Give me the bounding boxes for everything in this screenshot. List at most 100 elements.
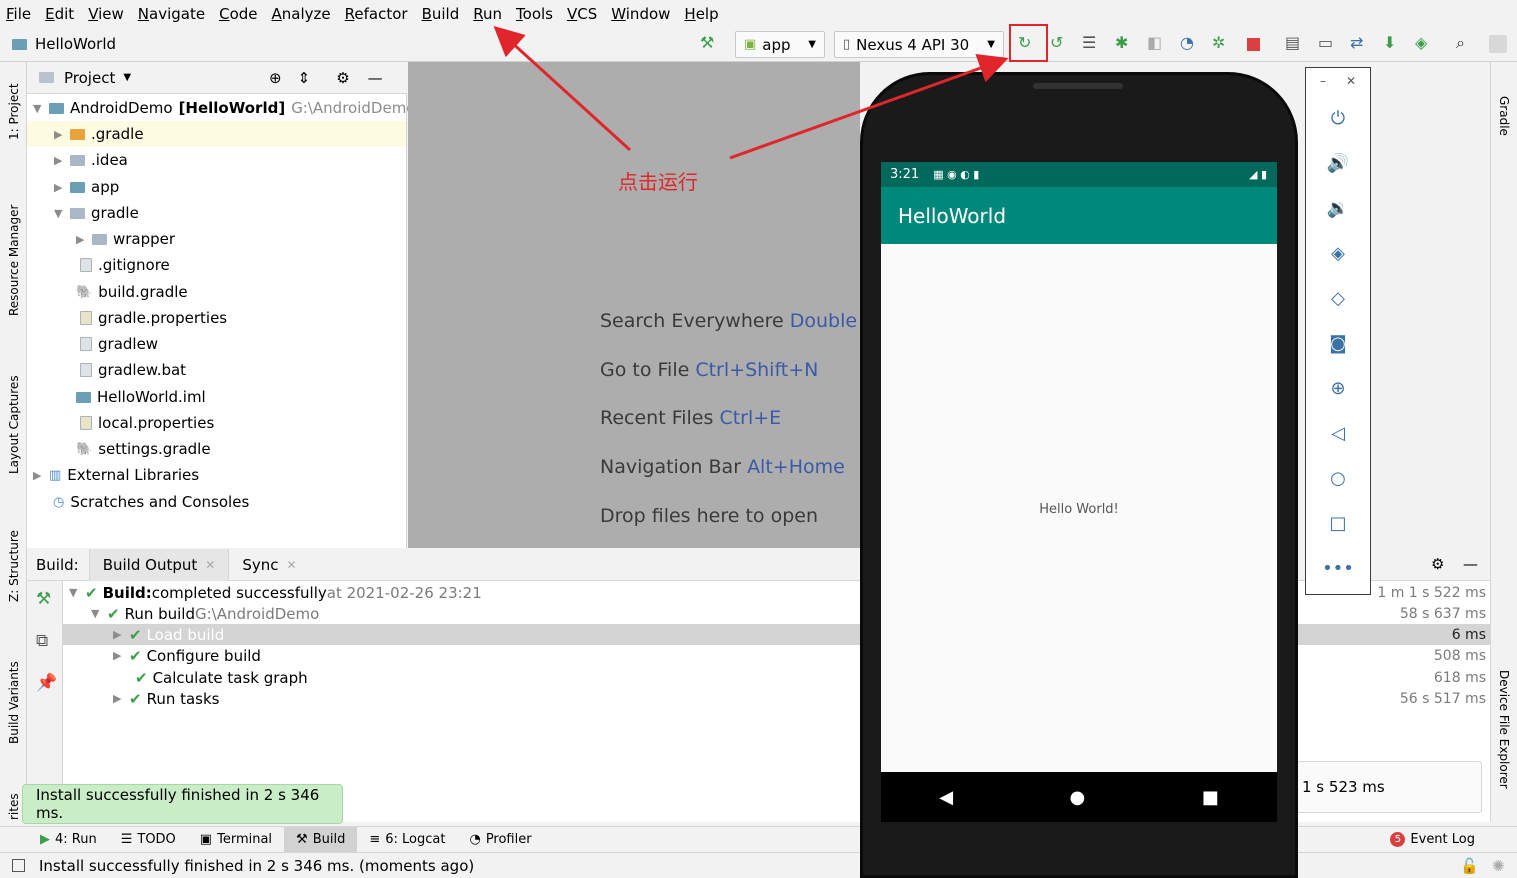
tree-item-gradlew-bat[interactable]: gradlew.bat — [80, 357, 186, 383]
resource-manager-tab[interactable]: Resource Manager — [7, 205, 21, 316]
hammer-icon[interactable]: ⚒ — [700, 33, 714, 53]
tab-logcat[interactable]: ≡ 6: Logcat — [357, 827, 457, 853]
event-icon[interactable]: ✺ — [1492, 857, 1505, 875]
project-structure-icon[interactable]: ▤ — [1285, 33, 1300, 53]
close-icon[interactable]: ✕ — [205, 558, 215, 572]
project-view-select[interactable]: Project — [64, 69, 115, 87]
project-tool-tab[interactable]: 1: Project — [7, 83, 21, 140]
install-notification[interactable]: Install successfully finished in 2 s 346… — [22, 784, 343, 824]
run-config-select[interactable]: ▣ app ▼ — [735, 31, 825, 58]
device-select[interactable]: ▯ Nexus 4 API 30 ▼ — [834, 31, 1004, 58]
menu-file[interactable]: File — [0, 5, 39, 23]
hide-icon[interactable]: — — [1463, 555, 1478, 573]
module-icon — [12, 38, 27, 50]
tab-todo[interactable]: ☰ TODO — [109, 827, 188, 853]
gear-icon[interactable]: ⚙ — [1431, 555, 1444, 573]
account-icon[interactable] — [1489, 35, 1507, 53]
profile-icon[interactable]: ◔ — [1180, 33, 1194, 53]
tree-item-build-gradle[interactable]: 🐘 build.gradle — [76, 279, 188, 305]
attach-debugger-icon[interactable]: ✲ — [1212, 33, 1225, 53]
hide-icon[interactable]: — — [368, 69, 383, 87]
tree-item-settings-gradle[interactable]: 🐘 settings.gradle — [76, 436, 211, 462]
menu-navigate[interactable]: Navigate — [132, 5, 213, 23]
more-icon[interactable]: ••• — [1306, 558, 1370, 579]
emulator-screen[interactable]: 3:21 ▦ ◉ ◐ ▮ ◢ ▮ HelloWorld Hello World!… — [881, 162, 1277, 822]
layout-inspector-icon[interactable]: ◈ — [1415, 33, 1427, 53]
tree-item-wrapper[interactable]: ▶ wrapper — [76, 226, 175, 252]
toggle-view-icon[interactable]: ⧉ — [36, 631, 48, 651]
layout-captures-tab[interactable]: Layout Captures — [7, 375, 21, 474]
gradle-tab[interactable]: Gradle — [1497, 96, 1511, 136]
hammer-icon[interactable]: ⚒ — [36, 589, 51, 609]
tree-item-local-properties[interactable]: local.properties — [80, 410, 214, 436]
sdk-manager-icon[interactable]: ⬇ — [1383, 33, 1396, 53]
chevron-down-icon[interactable]: ▼ — [123, 72, 131, 83]
stop-icon[interactable] — [1247, 38, 1260, 51]
camera-icon[interactable]: ◙ — [1306, 333, 1370, 354]
menu-run[interactable]: Run — [467, 5, 510, 23]
avd-manager-icon[interactable]: ▭ — [1318, 33, 1333, 53]
pin-icon[interactable]: 📌 — [36, 673, 57, 693]
tree-item-scratches[interactable]: ◷ Scratches and Consoles — [53, 489, 249, 515]
home-icon[interactable]: ● — [1070, 787, 1086, 808]
menu-edit[interactable]: Edit — [39, 5, 82, 23]
rotate-left-icon[interactable]: ◈ — [1306, 243, 1370, 264]
menu-window[interactable]: Window — [605, 5, 678, 23]
volume-up-icon[interactable]: 🔊 — [1306, 153, 1370, 174]
tree-item-app[interactable]: ▶ app — [54, 174, 119, 200]
tree-item-gitignore[interactable]: .gitignore — [80, 252, 170, 278]
collapse-all-icon[interactable]: ⇕ — [298, 69, 311, 87]
back-icon[interactable]: ◀ — [939, 787, 953, 808]
search-icon[interactable]: ⌕ — [1456, 33, 1465, 53]
tab-event-log[interactable]: 5 Event Log — [1378, 827, 1517, 853]
run-list-icon[interactable]: ☰ — [1082, 33, 1096, 53]
coverage-icon[interactable]: ◧ — [1147, 33, 1162, 53]
lock-icon[interactable]: 🔓 — [1460, 857, 1479, 875]
tab-sync[interactable]: Sync ✕ — [229, 549, 309, 581]
tab-build[interactable]: ⚒ Build — [284, 826, 358, 853]
tab-terminal[interactable]: ▣ Terminal — [188, 827, 284, 853]
menu-view[interactable]: View — [82, 5, 132, 23]
debug-icon[interactable]: ✱ — [1115, 33, 1128, 53]
overview-icon[interactable]: ■ — [1202, 787, 1219, 808]
tree-item-idea[interactable]: ▶ .idea — [54, 147, 128, 173]
minimize-icon[interactable]: – — [1320, 74, 1326, 88]
tree-item-iml[interactable]: HelloWorld.iml — [76, 384, 206, 410]
tab-profiler[interactable]: ◔ Profiler — [457, 827, 543, 853]
tab-run[interactable]: ▶ 4: Run — [0, 827, 109, 853]
power-icon[interactable]: ⏻ — [1306, 108, 1370, 129]
tree-item-gradlew[interactable]: gradlew — [80, 331, 158, 357]
menu-help[interactable]: Help — [678, 5, 726, 23]
device-file-explorer-tab[interactable]: Device File Explorer — [1497, 670, 1511, 789]
locate-icon[interactable]: ⊕ — [269, 69, 282, 87]
build-variants-tab[interactable]: Build Variants — [7, 661, 21, 744]
home-icon[interactable]: ○ — [1306, 468, 1370, 489]
tree-item-gradle-dir[interactable]: ▶ .gradle — [27, 121, 406, 147]
editor-area[interactable]: Search Everywhere Double Go to File Ctrl… — [408, 62, 860, 548]
apply-changes-icon[interactable]: ↺ — [1050, 33, 1063, 53]
menu-analyze[interactable]: Analyze — [266, 5, 339, 23]
rotate-right-icon[interactable]: ◇ — [1306, 288, 1370, 309]
menu-code[interactable]: Code — [213, 5, 265, 23]
tree-item-gradle-properties[interactable]: gradle.properties — [80, 305, 227, 331]
zoom-icon[interactable]: ⊕ — [1306, 378, 1370, 399]
menu-vcs[interactable]: VCS — [561, 5, 605, 23]
close-icon[interactable]: ✕ — [286, 558, 296, 572]
volume-down-icon[interactable]: 🔉 — [1306, 198, 1370, 219]
menu-refactor[interactable]: Refactor — [339, 5, 416, 23]
menu-tools[interactable]: Tools — [510, 5, 561, 23]
sync-gradle-icon[interactable]: ⇄ — [1350, 33, 1363, 53]
tree-root[interactable]: ▼ AndroidDemo [HelloWorld] G:\AndroidDem… — [33, 95, 415, 121]
structure-tab[interactable]: Z: Structure — [7, 530, 21, 602]
tab-build-output[interactable]: Build Output ✕ — [88, 548, 230, 581]
tool-windows-icon[interactable] — [12, 859, 25, 872]
tree-item-gradle[interactable]: ▼ gradle — [54, 200, 139, 226]
gear-icon[interactable]: ⚙ — [336, 69, 349, 87]
close-icon[interactable]: ✕ — [1346, 74, 1356, 88]
menu-build[interactable]: Build — [416, 5, 468, 23]
breadcrumb[interactable]: HelloWorld — [12, 35, 116, 53]
tree-item-external-libraries[interactable]: ▶ ▥ External Libraries — [33, 462, 199, 488]
overview-icon[interactable]: □ — [1306, 513, 1370, 534]
back-icon[interactable]: ◁ — [1306, 423, 1370, 444]
favorites-tab[interactable]: rites — [7, 793, 21, 820]
